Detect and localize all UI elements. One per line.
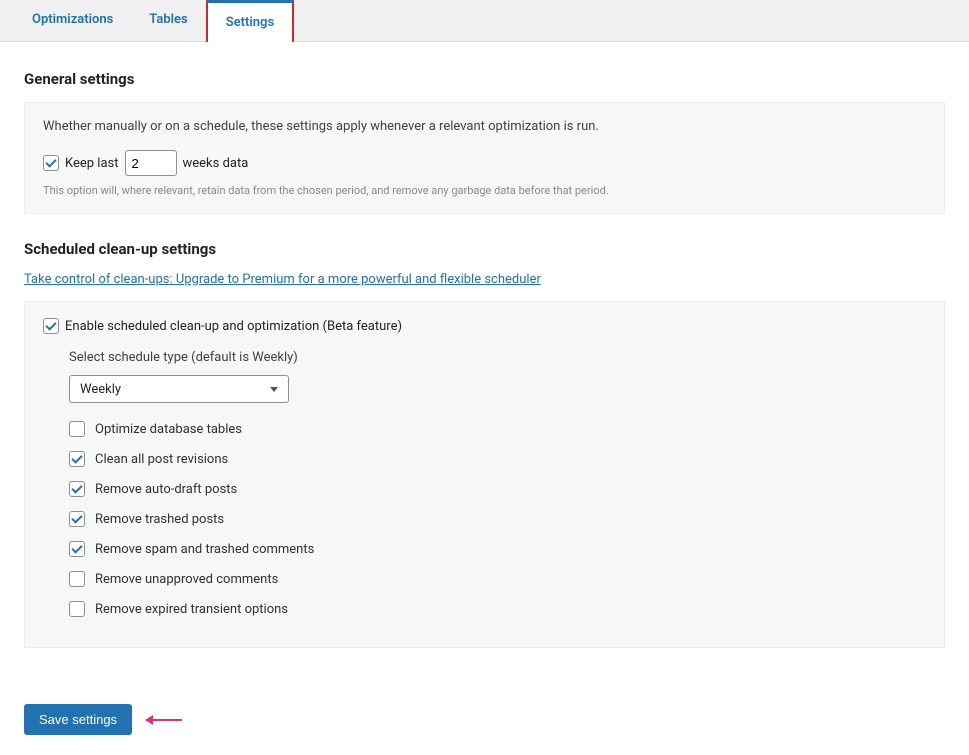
schedule-type-select[interactable]: Weekly (69, 375, 289, 403)
schedule-option-checkbox[interactable] (69, 571, 85, 587)
schedule-option: Optimize database tables (69, 421, 926, 437)
schedule-option: Remove auto-draft posts (69, 481, 926, 497)
keep-last-suffix: weeks data (183, 156, 249, 171)
save-button[interactable]: Save settings (24, 704, 132, 735)
schedule-option-checkbox[interactable] (69, 601, 85, 617)
tab-tables[interactable]: Tables (131, 0, 205, 41)
scheduled-heading: Scheduled clean-up settings (24, 240, 945, 258)
tab-settings[interactable]: Settings (206, 0, 294, 42)
arrow-annotation-icon (146, 719, 182, 721)
schedule-option-label: Clean all post revisions (95, 452, 228, 467)
keep-last-prefix: Keep last (65, 156, 119, 171)
schedule-option-label: Optimize database tables (95, 422, 242, 437)
schedule-option-label: Remove spam and trashed comments (95, 542, 314, 557)
scheduled-panel: Enable scheduled clean-up and optimizati… (24, 301, 945, 648)
general-panel: Whether manually or on a schedule, these… (24, 102, 945, 214)
general-intro: Whether manually or on a schedule, these… (43, 119, 926, 134)
schedule-type-label: Select schedule type (default is Weekly) (69, 350, 926, 365)
tab-bar: Optimizations Tables Settings (0, 0, 969, 42)
tab-optimizations[interactable]: Optimizations (14, 0, 131, 41)
keep-last-hint: This option will, where relevant, retain… (43, 184, 926, 197)
schedule-option: Remove spam and trashed comments (69, 541, 926, 557)
schedule-option-label: Remove trashed posts (95, 512, 224, 527)
schedule-option-label: Remove expired transient options (95, 602, 288, 617)
schedule-option: Remove expired transient options (69, 601, 926, 617)
schedule-option-checkbox[interactable] (69, 451, 85, 467)
general-heading: General settings (24, 70, 945, 88)
schedule-option: Clean all post revisions (69, 451, 926, 467)
schedule-option-checkbox[interactable] (69, 421, 85, 437)
enable-scheduled-checkbox[interactable] (43, 318, 59, 334)
schedule-option-label: Remove unapproved comments (95, 572, 278, 587)
schedule-option: Remove unapproved comments (69, 571, 926, 587)
schedule-option-checkbox[interactable] (69, 481, 85, 497)
schedule-option-checkbox[interactable] (69, 511, 85, 527)
schedule-option-checkbox[interactable] (69, 541, 85, 557)
keep-last-checkbox[interactable] (43, 155, 59, 171)
schedule-option-label: Remove auto-draft posts (95, 482, 237, 497)
schedule-option: Remove trashed posts (69, 511, 926, 527)
enable-scheduled-label: Enable scheduled clean-up and optimizati… (65, 319, 402, 334)
upgrade-link[interactable]: Take control of clean-ups: Upgrade to Pr… (24, 272, 541, 287)
keep-weeks-input[interactable] (125, 150, 177, 176)
schedule-type-value: Weekly (80, 382, 121, 397)
